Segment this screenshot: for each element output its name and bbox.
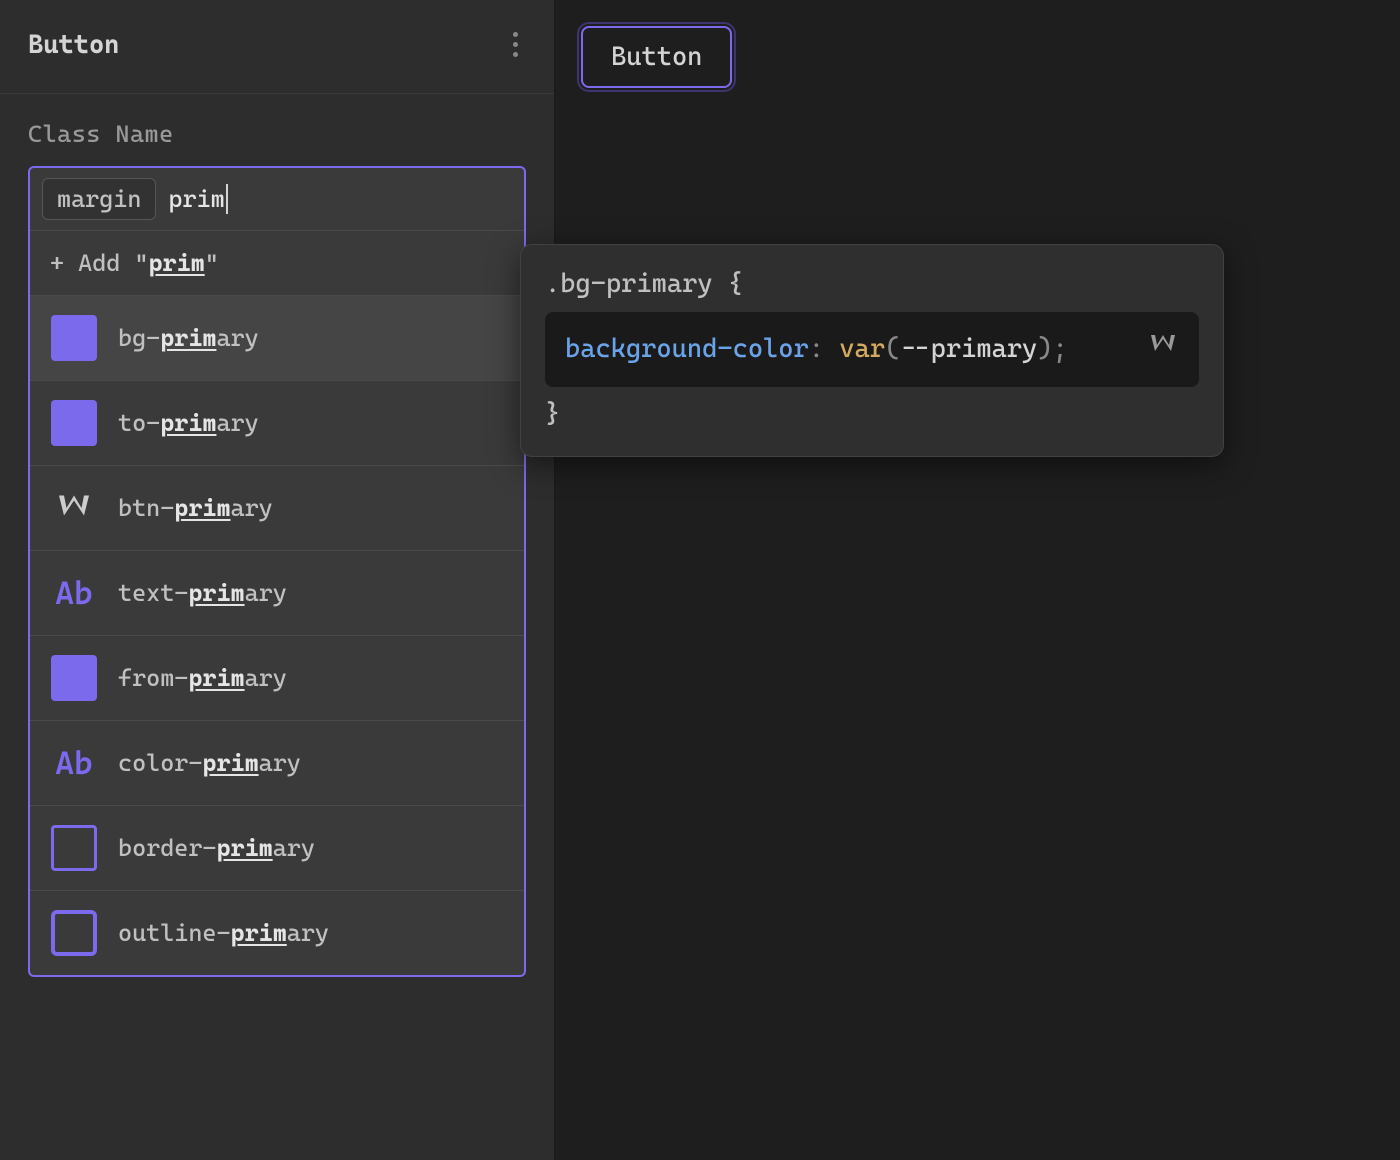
text-icon: Ab bbox=[50, 569, 98, 617]
css-code-block: background-color: var(--primary); bbox=[545, 312, 1199, 387]
text-cursor bbox=[226, 184, 228, 214]
suggestion-item[interactable]: btn-primary bbox=[30, 466, 524, 551]
component-title: Button bbox=[28, 30, 119, 60]
suggestion-item[interactable]: to-primary bbox=[30, 381, 524, 466]
more-menu-icon[interactable] bbox=[505, 24, 526, 65]
field-label: Class Name bbox=[28, 120, 526, 148]
color-swatch-icon bbox=[50, 314, 98, 362]
preview-button[interactable]: Button bbox=[581, 26, 732, 88]
color-swatch-icon bbox=[50, 399, 98, 447]
suggestion-item[interactable]: Ab text-primary bbox=[30, 551, 524, 636]
brand-icon bbox=[1147, 330, 1179, 369]
suggestion-item[interactable]: outline-primary bbox=[30, 891, 524, 975]
suggestion-item[interactable]: bg-primary bbox=[30, 296, 524, 381]
css-preview-tooltip: .bg-primary { background-color: var(--pr… bbox=[520, 244, 1224, 457]
suggestion-label: text-primary bbox=[118, 579, 287, 607]
suggestion-label: from-primary bbox=[118, 664, 287, 692]
suggestion-item[interactable]: Ab color-primary bbox=[30, 721, 524, 806]
class-input[interactable]: prim bbox=[168, 184, 512, 214]
brand-icon bbox=[50, 484, 98, 532]
input-value: prim bbox=[168, 185, 224, 213]
suggestion-label: outline-primary bbox=[118, 919, 329, 947]
add-custom-class-option[interactable]: + Add "prim" bbox=[30, 231, 524, 296]
suggestion-label: to-primary bbox=[118, 409, 259, 437]
suggestion-label: border-primary bbox=[118, 834, 315, 862]
color-swatch-icon bbox=[50, 654, 98, 702]
suggestion-label: color-primary bbox=[118, 749, 301, 777]
css-close-brace: } bbox=[545, 395, 1199, 434]
text-icon: Ab bbox=[50, 739, 98, 787]
panel-header: Button bbox=[0, 0, 554, 94]
applied-class-tag[interactable]: margin bbox=[42, 178, 156, 220]
outline-swatch-icon bbox=[50, 909, 98, 957]
class-input-combobox: margin prim + Add "prim" bg-primary to-pr… bbox=[28, 166, 526, 977]
suggestion-list: bg-primary to-primary btn-primary Ab text-pr… bbox=[30, 296, 524, 975]
suggestion-item[interactable]: border-primary bbox=[30, 806, 524, 891]
border-swatch-icon bbox=[50, 824, 98, 872]
properties-panel: Button Class Name margin prim bbox=[0, 0, 555, 1160]
suggestion-item[interactable]: from-primary bbox=[30, 636, 524, 721]
class-input-row[interactable]: margin prim bbox=[30, 168, 524, 231]
preview-canvas: Button .bg-primary { background-color: v… bbox=[555, 0, 1400, 1160]
suggestion-label: bg-primary bbox=[118, 324, 259, 352]
suggestion-label: btn-primary bbox=[118, 494, 273, 522]
panel-body: Class Name margin prim + Add "prim" bg-p… bbox=[0, 94, 554, 1003]
css-selector: .bg-primary { bbox=[545, 265, 1199, 304]
css-property: background-color bbox=[565, 334, 809, 364]
